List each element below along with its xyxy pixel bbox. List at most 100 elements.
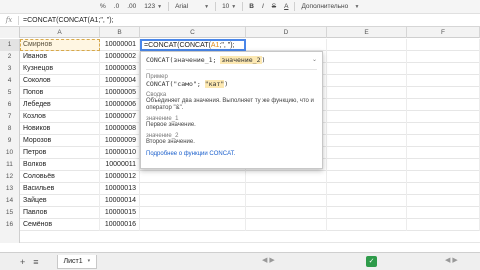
increase-decimal-button[interactable]: .00 bbox=[125, 2, 138, 12]
column-header-d[interactable]: D bbox=[246, 27, 327, 38]
cell-empty[interactable] bbox=[246, 207, 327, 219]
cell-empty[interactable] bbox=[407, 75, 480, 87]
add-sheet-icon[interactable]: + bbox=[20, 257, 25, 267]
collapse-icon[interactable]: ⌄ bbox=[312, 56, 317, 63]
cell-empty[interactable] bbox=[407, 171, 480, 183]
cell-empty[interactable] bbox=[246, 219, 327, 231]
cell-empty[interactable] bbox=[327, 99, 407, 111]
select-all-corner[interactable] bbox=[0, 27, 20, 38]
cell-name[interactable]: Соловьёв bbox=[20, 171, 100, 183]
row-header[interactable]: 2 bbox=[0, 51, 20, 63]
cell-empty[interactable] bbox=[140, 219, 246, 231]
cell-empty[interactable] bbox=[407, 159, 480, 171]
row-header[interactable]: 12 bbox=[0, 171, 20, 183]
row-header[interactable]: 13 bbox=[0, 183, 20, 195]
cell-name[interactable]: Павлов bbox=[20, 207, 100, 219]
row-header[interactable]: 9 bbox=[0, 135, 20, 147]
cell-empty[interactable] bbox=[327, 39, 407, 51]
cell-empty[interactable] bbox=[246, 171, 327, 183]
cell-empty[interactable] bbox=[327, 219, 407, 231]
bold-button[interactable]: B bbox=[247, 2, 256, 12]
column-header-e[interactable]: E bbox=[327, 27, 407, 38]
row-header[interactable]: 7 bbox=[0, 111, 20, 123]
all-sheets-icon[interactable]: ≡ bbox=[33, 257, 38, 267]
cell-empty[interactable] bbox=[327, 87, 407, 99]
cell-name[interactable]: Волков bbox=[20, 159, 100, 171]
cell-empty[interactable] bbox=[407, 39, 480, 51]
cell-number[interactable]: 10000013 bbox=[100, 183, 140, 195]
cell-number[interactable]: 10000002 bbox=[100, 51, 140, 63]
row-header[interactable]: 6 bbox=[0, 99, 20, 111]
cell-number[interactable]: 10000016 bbox=[100, 219, 140, 231]
cell-empty[interactable] bbox=[407, 123, 480, 135]
row-header[interactable]: 11 bbox=[0, 159, 20, 171]
cell-empty[interactable] bbox=[140, 207, 246, 219]
sheet-tab-list1[interactable]: Лист1 ▾ bbox=[56, 254, 98, 269]
cell-empty[interactable] bbox=[407, 99, 480, 111]
cell-empty[interactable] bbox=[407, 87, 480, 99]
column-header-a[interactable]: A bbox=[20, 27, 100, 38]
cell-empty[interactable] bbox=[407, 63, 480, 75]
cell-name[interactable]: Семёнов bbox=[20, 219, 100, 231]
cell-empty[interactable] bbox=[407, 51, 480, 63]
cell-empty[interactable] bbox=[327, 111, 407, 123]
row-header[interactable]: 4 bbox=[0, 75, 20, 87]
cell-empty[interactable] bbox=[140, 171, 246, 183]
cell-empty[interactable] bbox=[407, 207, 480, 219]
cell-number[interactable]: 10000008 bbox=[100, 123, 140, 135]
cell-empty[interactable] bbox=[407, 135, 480, 147]
cell-number[interactable]: 10000012 bbox=[100, 171, 140, 183]
number-format-dropdown[interactable]: 123 ▼ bbox=[142, 2, 164, 12]
cell-number[interactable]: 10000003 bbox=[100, 63, 140, 75]
cell-name[interactable]: Кузнецов bbox=[20, 63, 100, 75]
cell-number[interactable]: 10000007 bbox=[100, 111, 140, 123]
cell-number[interactable]: 10000011 bbox=[100, 159, 140, 171]
cell-number[interactable]: 10000014 bbox=[100, 195, 140, 207]
column-header-f[interactable]: F bbox=[407, 27, 480, 38]
cell-name[interactable]: Попов bbox=[20, 87, 100, 99]
row-header[interactable]: 3 bbox=[0, 63, 20, 75]
font-size-dropdown[interactable]: 10 ▼ bbox=[220, 2, 238, 12]
row-header[interactable] bbox=[0, 231, 20, 243]
cell-empty[interactable] bbox=[140, 195, 246, 207]
text-color-button[interactable]: A bbox=[282, 2, 290, 12]
explore-icon[interactable]: ✓ bbox=[366, 256, 377, 267]
cell-name[interactable]: Зайцев bbox=[20, 195, 100, 207]
formula-input[interactable]: =CONCAT(CONCAT(A1;", "); bbox=[19, 17, 113, 24]
cell-name[interactable]: Новиков bbox=[20, 123, 100, 135]
cell-number[interactable]: 10000006 bbox=[100, 99, 140, 111]
cell-number[interactable]: 10000015 bbox=[100, 207, 140, 219]
cell-empty[interactable] bbox=[407, 111, 480, 123]
cell-name[interactable]: Соколов bbox=[20, 75, 100, 87]
cell-number[interactable]: 10000001 bbox=[100, 39, 140, 51]
cell-empty[interactable] bbox=[327, 171, 407, 183]
cell-empty[interactable] bbox=[407, 183, 480, 195]
row-header[interactable]: 10 bbox=[0, 147, 20, 159]
cell-name[interactable]: Козлов bbox=[20, 111, 100, 123]
row-header[interactable]: 1 bbox=[0, 39, 20, 51]
cell-number[interactable]: 10000005 bbox=[100, 87, 140, 99]
row-header[interactable]: 14 bbox=[0, 195, 20, 207]
cell-empty[interactable] bbox=[327, 123, 407, 135]
cell-empty[interactable] bbox=[327, 207, 407, 219]
cell-name[interactable]: Морозов bbox=[20, 135, 100, 147]
cell-empty[interactable] bbox=[407, 219, 480, 231]
cell-name[interactable]: Иванов bbox=[20, 51, 100, 63]
cell-empty[interactable] bbox=[246, 195, 327, 207]
scroll-arrows-icon[interactable]: ◀ ▶ bbox=[445, 256, 458, 264]
row-header[interactable]: 16 bbox=[0, 219, 20, 231]
italic-button[interactable]: I bbox=[260, 2, 266, 12]
font-family-dropdown[interactable]: Arial ▼ bbox=[173, 2, 211, 12]
cell-number[interactable]: 10000009 bbox=[100, 135, 140, 147]
row-header[interactable]: 5 bbox=[0, 87, 20, 99]
column-header-c[interactable]: C bbox=[140, 27, 246, 38]
cell-empty[interactable] bbox=[327, 135, 407, 147]
cell-name[interactable]: Васильев bbox=[20, 183, 100, 195]
cell-empty[interactable] bbox=[246, 183, 327, 195]
learn-more-link[interactable]: Подробнее о функции CONCAT. bbox=[146, 151, 317, 157]
chevron-down-icon[interactable]: ▾ bbox=[88, 258, 91, 264]
cell-empty[interactable] bbox=[407, 195, 480, 207]
row-header[interactable]: 15 bbox=[0, 207, 20, 219]
cell-empty[interactable] bbox=[327, 147, 407, 159]
cell-number[interactable]: 10000010 bbox=[100, 147, 140, 159]
